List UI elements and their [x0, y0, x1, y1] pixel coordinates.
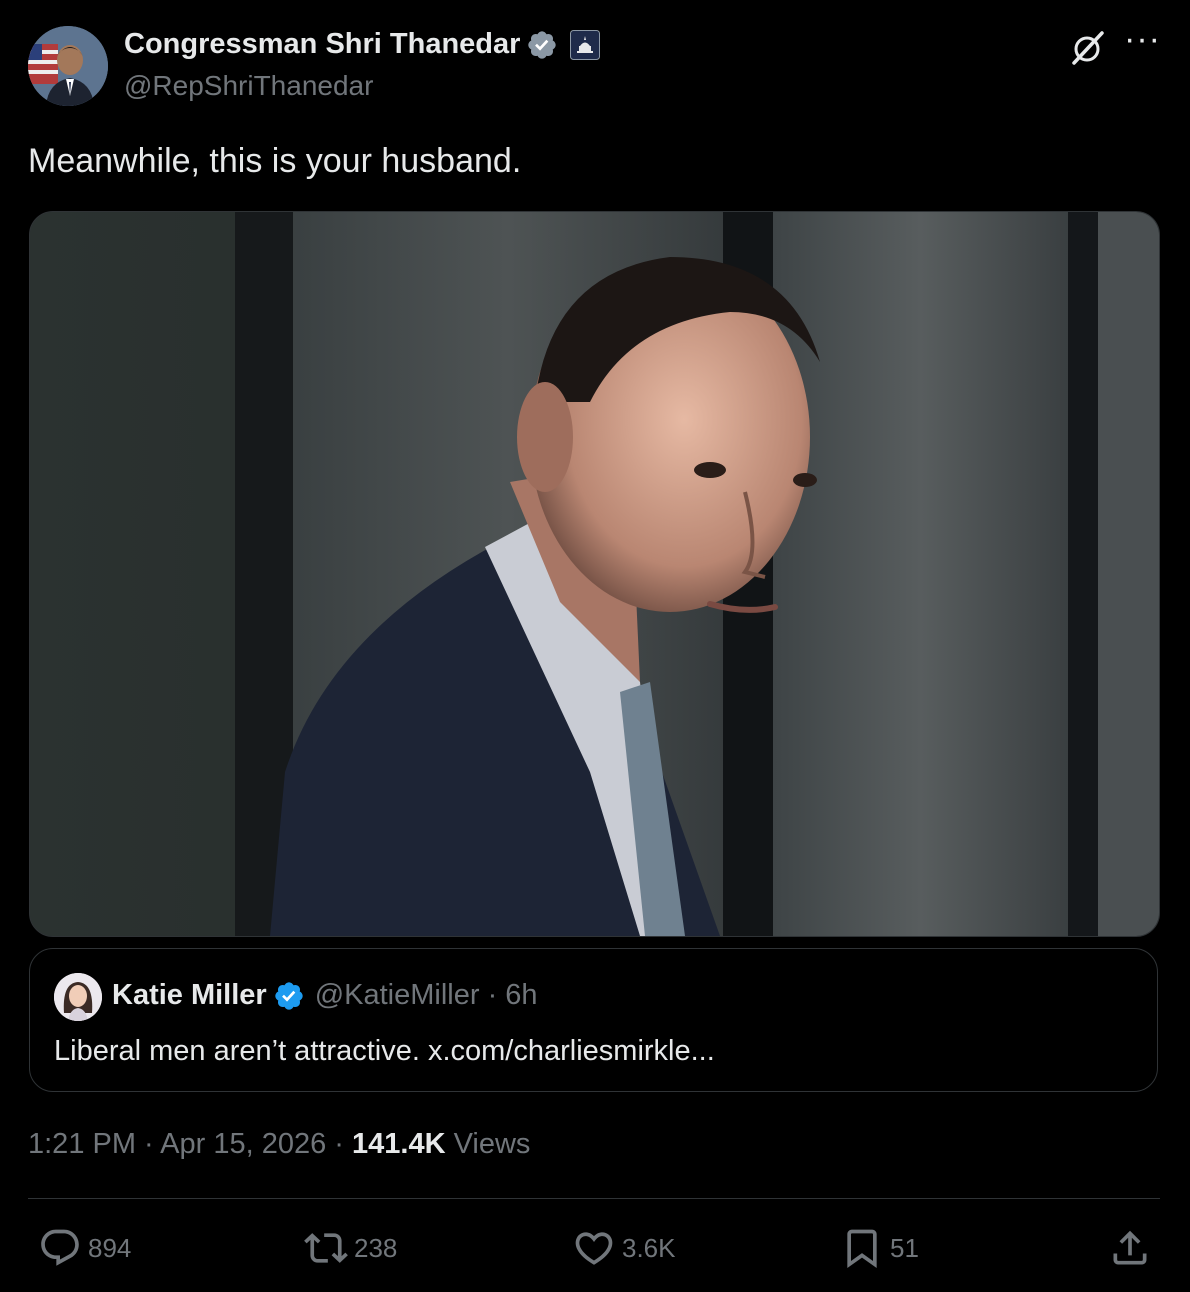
quoted-author-avatar[interactable] [54, 973, 102, 1021]
author-display-name[interactable]: Congressman Shri Thanedar [124, 28, 520, 61]
avatar-image [54, 973, 102, 1021]
more-options-icon[interactable]: ··· [1124, 20, 1161, 59]
like-count: 3.6K [622, 1232, 676, 1263]
bookmark-button[interactable]: 51 [840, 1226, 919, 1270]
views-label: Views [445, 1128, 531, 1160]
heart-icon [575, 1232, 613, 1265]
grok-icon[interactable] [1068, 28, 1108, 68]
tweet-text: Meanwhile, this is your husband. [28, 142, 522, 180]
verified-badge-icon[interactable] [526, 29, 558, 61]
verified-badge-icon [275, 981, 303, 1010]
share-button[interactable] [1108, 1226, 1158, 1270]
quoted-handle-time: @KatieMiller · 6h [314, 979, 538, 1011]
quoted-tweet-card[interactable]: Katie Miller @KatieMiller · 6h Liberal m… [29, 948, 1158, 1092]
bookmark-count: 51 [890, 1232, 919, 1263]
quoted-display-name: Katie Miller [112, 979, 267, 1011]
tweet-media-photo[interactable] [29, 211, 1160, 937]
avatar-image [28, 26, 108, 106]
quoted-tweet-text: Liberal men aren’t attractive. x.com/cha… [54, 1035, 715, 1067]
tweet-timestamp[interactable]: 1:21 PM · Apr 15, 2026 · [28, 1128, 352, 1160]
tweet-meta: 1:21 PM · Apr 15, 2026 · 141.4K Views [28, 1128, 530, 1161]
quoted-name-row: Katie Miller @KatieMiller · 6h [112, 979, 538, 1012]
author-name-row[interactable]: Congressman Shri Thanedar [124, 28, 601, 61]
divider [28, 1198, 1160, 1199]
bookmark-icon [847, 1229, 877, 1269]
author-handle[interactable]: @RepShriThanedar [124, 70, 373, 102]
reply-icon [41, 1229, 79, 1266]
repost-icon [304, 1233, 348, 1263]
views-count: 141.4K [352, 1128, 446, 1160]
repost-button[interactable]: 238 [304, 1226, 397, 1270]
photo-man-in-suit [30, 212, 1159, 936]
author-avatar[interactable] [28, 26, 108, 106]
reply-count: 894 [88, 1232, 132, 1263]
repost-count: 238 [354, 1232, 398, 1263]
like-button[interactable]: 3.6K [572, 1226, 676, 1270]
capitol-badge-icon[interactable] [570, 29, 601, 60]
reply-button[interactable]: 894 [38, 1226, 131, 1270]
share-icon [1113, 1230, 1147, 1265]
